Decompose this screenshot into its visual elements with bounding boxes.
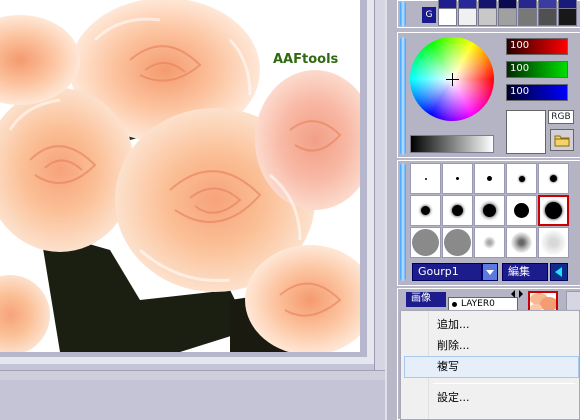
green-value: 100 bbox=[510, 63, 530, 74]
layer-thumbnail-image bbox=[530, 293, 556, 311]
brush-tip bbox=[452, 205, 463, 216]
brush-tip bbox=[444, 229, 471, 256]
swatch[interactable] bbox=[478, 8, 497, 26]
context-menu: 追加... 削除... 複写 設定... bbox=[400, 310, 580, 420]
brush-cell[interactable] bbox=[506, 195, 537, 226]
brush-cell[interactable] bbox=[442, 163, 473, 194]
brush-panel: Gourp1 編集 bbox=[397, 160, 580, 286]
brush-tip bbox=[425, 178, 427, 180]
canvas-frame-inner: AAFtools bbox=[0, 0, 367, 357]
brush-tip bbox=[514, 203, 529, 218]
brush-tip bbox=[545, 202, 562, 219]
panel-grip[interactable] bbox=[400, 1, 406, 27]
watermark-text: AAFtools bbox=[273, 52, 339, 67]
canvas-vertical-scrollbar[interactable] bbox=[374, 0, 385, 377]
image-canvas[interactable]: AAFtools bbox=[0, 0, 360, 352]
brush-cell[interactable] bbox=[538, 163, 569, 194]
panel-grip[interactable] bbox=[400, 37, 406, 155]
brush-tip bbox=[541, 230, 566, 255]
menu-item-settings[interactable]: 設定... bbox=[404, 387, 579, 409]
brush-cell[interactable] bbox=[474, 163, 505, 194]
swatch[interactable] bbox=[438, 8, 457, 26]
brush-cell[interactable] bbox=[442, 227, 473, 258]
canvas-area: AAFtools bbox=[0, 0, 385, 420]
brush-tip bbox=[421, 206, 430, 215]
brush-cell[interactable] bbox=[506, 163, 537, 194]
brush-tip bbox=[550, 175, 557, 182]
color-preview bbox=[506, 110, 546, 154]
blue-slider[interactable]: 100 bbox=[506, 84, 568, 101]
color-picker-panel: 100 100 100 RGB bbox=[397, 32, 580, 158]
menu-item-copy[interactable]: 複写 bbox=[404, 356, 579, 378]
green-slider[interactable]: 100 bbox=[506, 61, 568, 78]
swatch[interactable] bbox=[518, 8, 537, 26]
menu-item-add[interactable]: 追加... bbox=[404, 314, 579, 336]
menu-separator bbox=[433, 383, 575, 384]
chevron-down-icon[interactable] bbox=[482, 263, 498, 281]
red-value: 100 bbox=[510, 40, 530, 51]
canvas-horizontal-scrollbar[interactable] bbox=[0, 370, 385, 380]
brush-cell[interactable] bbox=[506, 227, 537, 258]
eye-icon[interactable] bbox=[452, 302, 457, 307]
brush-cell[interactable] bbox=[442, 195, 473, 226]
folder-icon bbox=[554, 135, 570, 147]
menu-item-delete[interactable]: 削除... bbox=[404, 335, 579, 357]
brush-tip bbox=[456, 177, 459, 180]
rgb-mode-button[interactable]: RGB bbox=[548, 110, 574, 124]
brush-cell[interactable] bbox=[410, 195, 441, 226]
brush-tip bbox=[519, 176, 525, 182]
swatch[interactable] bbox=[538, 8, 557, 26]
brush-tip bbox=[511, 232, 532, 253]
canvas-bottom-margin bbox=[0, 380, 385, 420]
swatch[interactable] bbox=[498, 8, 517, 26]
brush-tip bbox=[483, 204, 496, 217]
edit-button[interactable]: 編集 bbox=[502, 263, 548, 281]
brush-tip bbox=[412, 229, 439, 256]
arrows-icon[interactable] bbox=[510, 290, 524, 298]
panel-grip[interactable] bbox=[400, 163, 406, 281]
brush-cell[interactable] bbox=[410, 163, 441, 194]
brush-cell[interactable] bbox=[474, 227, 505, 258]
swatch[interactable] bbox=[458, 8, 477, 26]
brush-cell-selected[interactable] bbox=[538, 195, 569, 226]
blue-value: 100 bbox=[510, 86, 530, 97]
gray-ramp[interactable] bbox=[410, 135, 494, 153]
brush-tip bbox=[483, 236, 496, 249]
layer-tab[interactable]: 画像 bbox=[406, 292, 446, 307]
brush-tip bbox=[487, 176, 492, 181]
swatch[interactable] bbox=[558, 8, 577, 26]
play-icon[interactable] bbox=[550, 263, 568, 281]
brush-cell[interactable] bbox=[410, 227, 441, 258]
red-slider[interactable]: 100 bbox=[506, 38, 568, 55]
layer-name-label: LAYER0 bbox=[461, 299, 495, 309]
brush-group-select[interactable]: Gourp1 bbox=[412, 263, 482, 281]
brush-cell[interactable] bbox=[474, 195, 505, 226]
canvas-frame: AAFtools bbox=[0, 0, 374, 364]
folder-button[interactable] bbox=[550, 129, 574, 151]
brush-cell[interactable] bbox=[538, 227, 569, 258]
swatch-group-label[interactable]: G bbox=[422, 7, 436, 23]
swatch-palette: G bbox=[397, 0, 580, 28]
